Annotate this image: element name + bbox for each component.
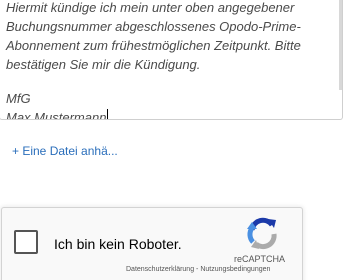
recaptcha-checkbox[interactable] [14,230,38,254]
recaptcha-logo-icon [247,217,277,250]
cancellation-form: Hiermit kündige ich mein unter oben ange… [0,0,346,280]
message-line-last: Max Mustermann [6,108,342,120]
attach-file-link[interactable]: + Eine Datei anhä... [12,144,118,158]
message-line: Buchungsnummer abgeschlossenes Opodo-Pri… [6,19,301,34]
message-line: Abonnement zum frühestmöglichen Zeitpunk… [6,38,301,53]
recaptcha-brand: reCAPTCHA [234,254,286,264]
message-textarea[interactable]: Hiermit kündige ich mein unter oben ange… [0,0,343,120]
message-line: bestätigen Sie mir die Kündigung. [6,57,201,72]
recaptcha-legal: Datenschutzerklärung - Nutzungsbedingung… [126,266,270,273]
privacy-link[interactable]: Datenschutzerklärung [126,266,194,273]
recaptcha-label: Ich bin kein Roboter. [54,236,182,252]
message-line: MfG [6,91,31,106]
signature-text: Max Mustermann [6,110,107,120]
text-caret [107,109,109,119]
textarea-scrollbar[interactable] [339,0,342,90]
message-line: Hiermit kündige ich mein unter oben ange… [6,0,295,15]
recaptcha-widget: Ich bin kein Roboter. reCAPTCHA Datensch… [1,207,303,280]
message-line-blank [6,74,342,89]
terms-link[interactable]: Nutzungsbedingungen [200,266,270,273]
